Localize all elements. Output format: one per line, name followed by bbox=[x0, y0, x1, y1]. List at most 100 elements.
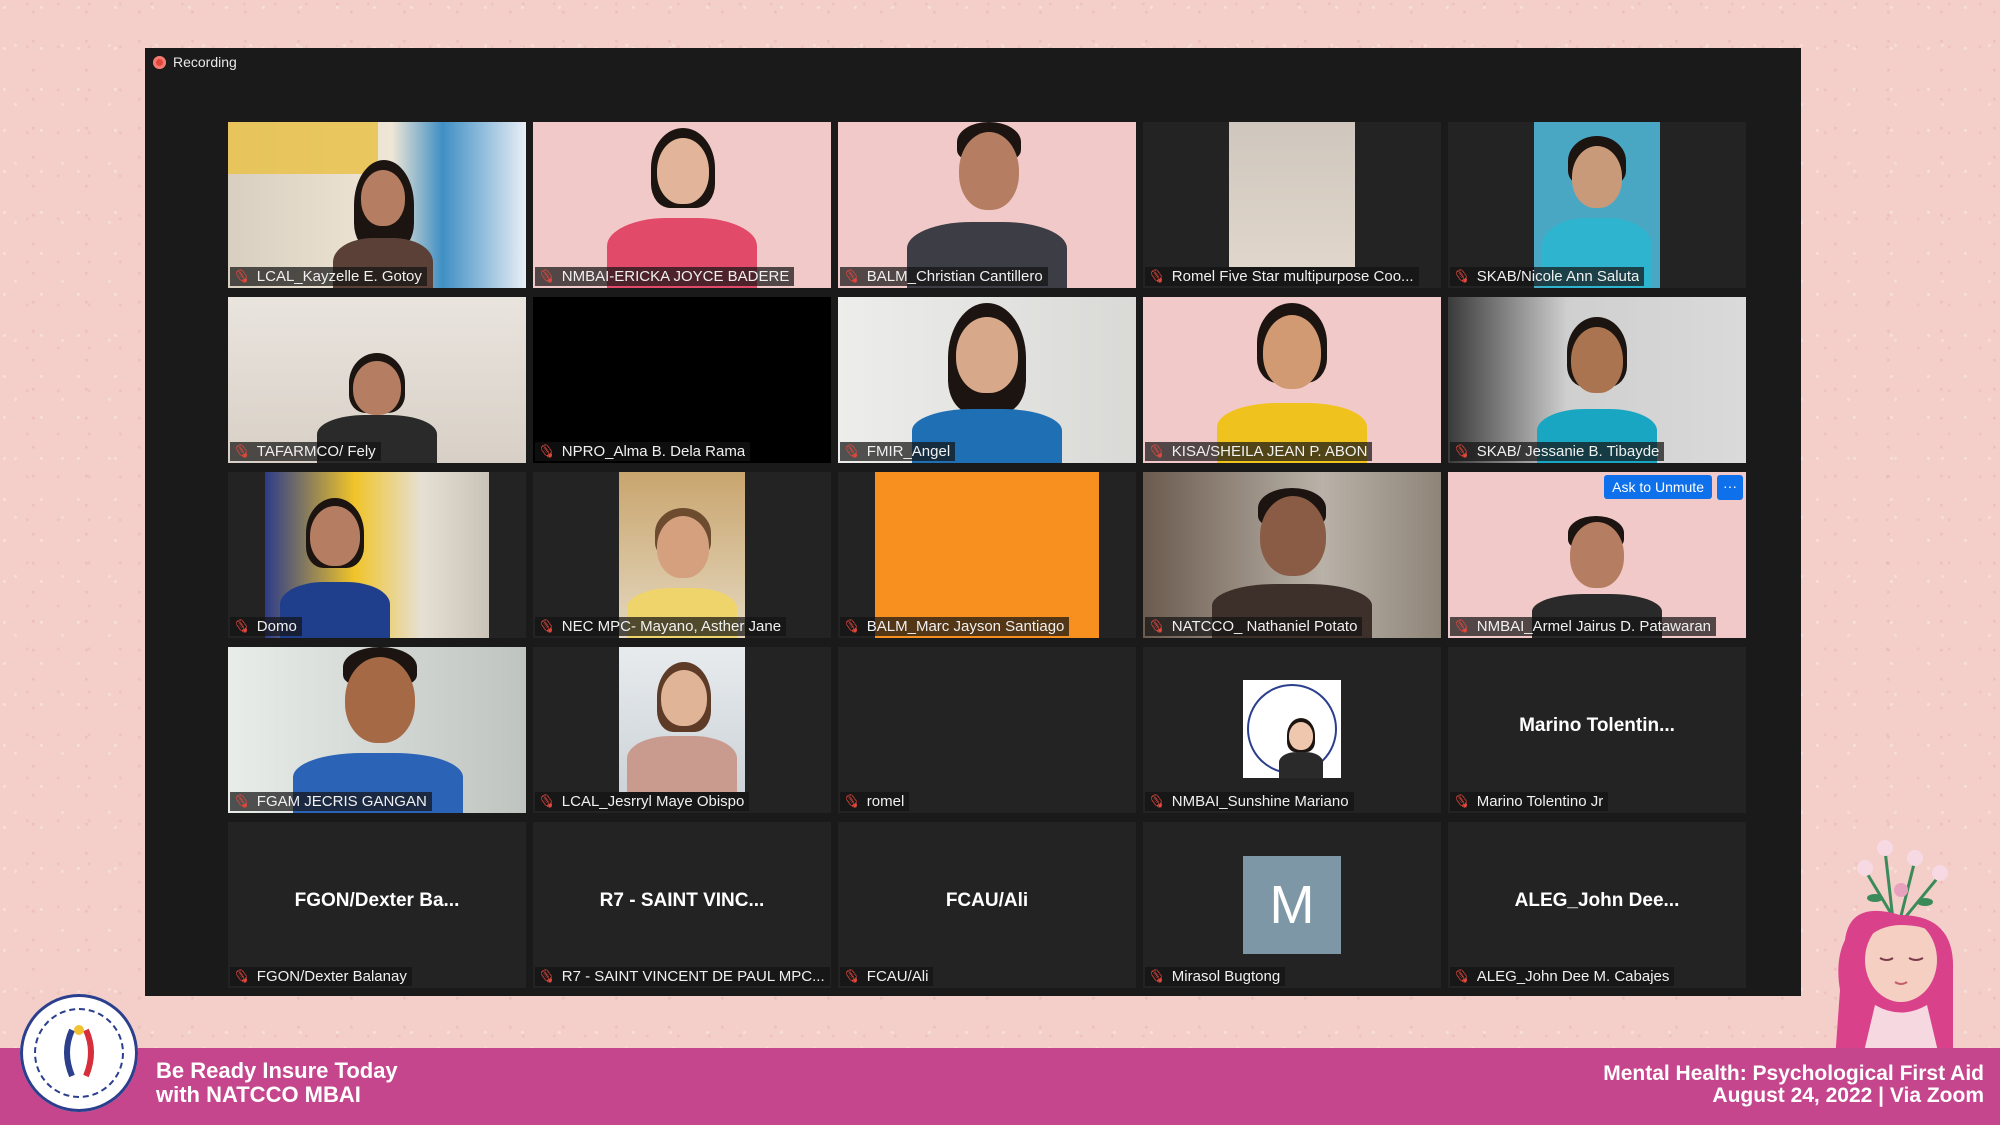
participant-tile[interactable]: 🎙 BALM_Christian Cantillero bbox=[838, 122, 1136, 288]
participant-tile[interactable]: 🎙 SKAB/ Jessanie B. Tibayde bbox=[1448, 297, 1746, 463]
participant-display-name: Marino Tolentin... bbox=[1519, 715, 1675, 736]
tagline-line-1: Be Ready Insure Today bbox=[156, 1058, 398, 1083]
participant-tile[interactable]: 🎙 SKAB/Nicole Ann Saluta bbox=[1448, 122, 1746, 288]
participant-name-label: 🎙 FGON/Dexter Balanay bbox=[230, 965, 412, 987]
participant-display-name: R7 - SAINT VINC... bbox=[599, 890, 765, 911]
participant-figure bbox=[1542, 128, 1652, 288]
participant-tile[interactable]: 🎙 NEC MPC- Mayano, Asther Jane bbox=[533, 472, 831, 638]
participant-tile[interactable]: 🎙 romel bbox=[838, 647, 1136, 813]
participant-tile[interactable]: FCAU/Ali 🎙 FCAU/Ali bbox=[838, 822, 1136, 988]
video-feed bbox=[1143, 472, 1441, 638]
participant-tile[interactable]: Ask to Unmute ··· 🎙 NMBAI_Armel Jairus D.… bbox=[1448, 472, 1746, 638]
participant-tile[interactable]: 🎙 FGAM JECRIS GANGAN bbox=[228, 647, 526, 813]
participant-tile[interactable]: ALEG_John Dee... 🎙 ALEG_John Dee M. Cabaj… bbox=[1448, 822, 1746, 988]
mic-off-icon: 🎙 bbox=[535, 265, 558, 287]
participant-tile[interactable]: M 🎙 Mirasol Bugtong bbox=[1143, 822, 1441, 988]
video-feed bbox=[228, 122, 526, 288]
footer-event-info: Mental Health: Psychological First Aid A… bbox=[1603, 1063, 1984, 1107]
video-feed bbox=[265, 472, 489, 638]
participant-name-label: 🎙 NMBAI-ERICKA JOYCE BADERE bbox=[535, 265, 795, 287]
participant-name-label: 🎙 LCAL_Kayzelle E. Gotoy bbox=[230, 265, 427, 287]
mic-off-icon: 🎙 bbox=[1145, 965, 1168, 987]
mic-off-icon: 🎙 bbox=[230, 265, 253, 287]
participant-name-label: 🎙 LCAL_Jesrryl Maye Obispo bbox=[535, 790, 750, 812]
participant-tile[interactable]: 🎙 NATCCO_ Nathaniel Potato bbox=[1143, 472, 1441, 638]
mic-off-icon: 🎙 bbox=[1450, 615, 1473, 637]
participant-name-label: 🎙 FCAU/Ali bbox=[840, 965, 934, 987]
recording-indicator[interactable]: Recording bbox=[153, 54, 237, 70]
video-feed bbox=[875, 472, 1099, 638]
participant-tile[interactable]: 🎙 NMBAI-ERICKA JOYCE BADERE bbox=[533, 122, 831, 288]
mic-off-icon: 🎙 bbox=[230, 790, 253, 812]
participant-tile[interactable]: Marino Tolentin... 🎙 Marino Tolentino Jr bbox=[1448, 647, 1746, 813]
participant-figure bbox=[627, 652, 737, 792]
ask-to-unmute-button[interactable]: Ask to Unmute bbox=[1604, 475, 1712, 499]
video-feed bbox=[619, 647, 745, 792]
mic-off-icon: 🎙 bbox=[840, 265, 863, 287]
mic-off-icon: 🎙 bbox=[230, 615, 253, 637]
participant-display-name: FGON/Dexter Ba... bbox=[294, 890, 460, 911]
participant-tile[interactable]: 🎙 BALM_Marc Jayson Santiago bbox=[838, 472, 1136, 638]
mic-off-icon: 🎙 bbox=[1450, 965, 1473, 987]
participant-figure bbox=[293, 647, 463, 813]
participant-grid: 🎙 LCAL_Kayzelle E. Gotoy 🎙 NMBAI-ERICKA JO… bbox=[228, 122, 1746, 988]
avatar: M bbox=[1243, 856, 1341, 954]
participant-name-label: 🎙 TAFARMCO/ Fely bbox=[230, 440, 381, 462]
participant-tile[interactable]: 🎙 TAFARMCO/ Fely bbox=[228, 297, 526, 463]
mic-off-icon: 🎙 bbox=[535, 790, 558, 812]
video-feed bbox=[838, 297, 1136, 463]
participant-name-label: 🎙 FGAM JECRIS GANGAN bbox=[230, 790, 432, 812]
mic-off-icon: 🎙 bbox=[535, 615, 558, 637]
video-feed bbox=[1143, 297, 1441, 463]
participant-tile[interactable]: 🎙 Domo bbox=[228, 472, 526, 638]
participant-tile[interactable]: 🎙 LCAL_Jesrryl Maye Obispo bbox=[533, 647, 831, 813]
zoom-window: Recording 🎙 LCAL_Kayzelle E. Gotoy 🎙 NMB… bbox=[145, 48, 1801, 996]
participant-name-label: 🎙 NPRO_Alma B. Dela Rama bbox=[535, 440, 751, 462]
footer-banner: Be Ready Insure Today with NATCCO MBAI M… bbox=[0, 1048, 2000, 1125]
mic-off-icon: 🎙 bbox=[1145, 615, 1168, 637]
mic-off-icon: 🎙 bbox=[840, 440, 863, 462]
mic-off-icon: 🎙 bbox=[1145, 265, 1168, 287]
natcco-mbai-logo bbox=[20, 994, 138, 1112]
participant-tile[interactable]: 🎙 KISA/SHEILA JEAN P. ABON bbox=[1143, 297, 1441, 463]
video-feed bbox=[1534, 122, 1660, 288]
participant-tile[interactable]: 🎙 NPRO_Alma B. Dela Rama bbox=[533, 297, 831, 463]
video-feed bbox=[619, 472, 745, 638]
more-options-button[interactable]: ··· bbox=[1717, 475, 1743, 500]
profile-picture bbox=[1243, 680, 1341, 778]
participant-figure bbox=[1537, 313, 1657, 463]
record-icon bbox=[153, 55, 166, 69]
participant-figure bbox=[1217, 303, 1367, 463]
video-feed bbox=[228, 297, 526, 463]
flower-bouquet bbox=[1857, 840, 1948, 921]
mic-off-icon: 🎙 bbox=[535, 965, 558, 987]
mic-off-icon: 🎙 bbox=[230, 440, 253, 462]
mic-off-icon: 🎙 bbox=[1145, 790, 1168, 812]
video-feed bbox=[228, 647, 526, 813]
participant-figure bbox=[1279, 718, 1323, 778]
participant-tile[interactable]: FGON/Dexter Ba... 🎙 FGON/Dexter Balanay bbox=[228, 822, 526, 988]
participant-tile[interactable]: 🎙 NMBAI_Sunshine Mariano bbox=[1143, 647, 1441, 813]
participant-name-label: 🎙 BALM_Marc Jayson Santiago bbox=[840, 615, 1070, 637]
participant-figure bbox=[607, 128, 757, 288]
participant-name-label: 🎙 NATCCO_ Nathaniel Potato bbox=[1145, 615, 1363, 637]
footer-tagline: Be Ready Insure Today with NATCCO MBAI bbox=[156, 1059, 398, 1107]
participant-name-label: 🎙 NEC MPC- Mayano, Asther Jane bbox=[535, 615, 787, 637]
participant-tile[interactable]: 🎙 LCAL_Kayzelle E. Gotoy bbox=[228, 122, 526, 288]
participant-figure bbox=[907, 122, 1067, 288]
participant-display-name: FCAU/Ali bbox=[945, 890, 1029, 911]
video-feed bbox=[838, 122, 1136, 288]
participant-name-label: 🎙 ALEG_John Dee M. Cabajes bbox=[1450, 965, 1675, 987]
mic-off-icon: 🎙 bbox=[1450, 790, 1473, 812]
mic-off-icon: 🎙 bbox=[840, 615, 863, 637]
participant-tile[interactable]: 🎙 FMIR_Angel bbox=[838, 297, 1136, 463]
participant-display-name: ALEG_John Dee... bbox=[1514, 890, 1680, 911]
video-feed bbox=[1229, 122, 1355, 267]
mic-off-icon: 🎙 bbox=[1450, 440, 1473, 462]
participant-tile[interactable]: R7 - SAINT VINC... 🎙 R7 - SAINT VINCENT D… bbox=[533, 822, 831, 988]
participant-tile[interactable]: 🎙 Romel Five Star multipurpose Coo... bbox=[1143, 122, 1441, 288]
tagline-line-2: with NATCCO MBAI bbox=[156, 1082, 361, 1107]
participant-name-label: 🎙 Mirasol Bugtong bbox=[1145, 965, 1286, 987]
participant-name-label: 🎙 BALM_Christian Cantillero bbox=[840, 265, 1048, 287]
mic-off-icon: 🎙 bbox=[230, 965, 253, 987]
